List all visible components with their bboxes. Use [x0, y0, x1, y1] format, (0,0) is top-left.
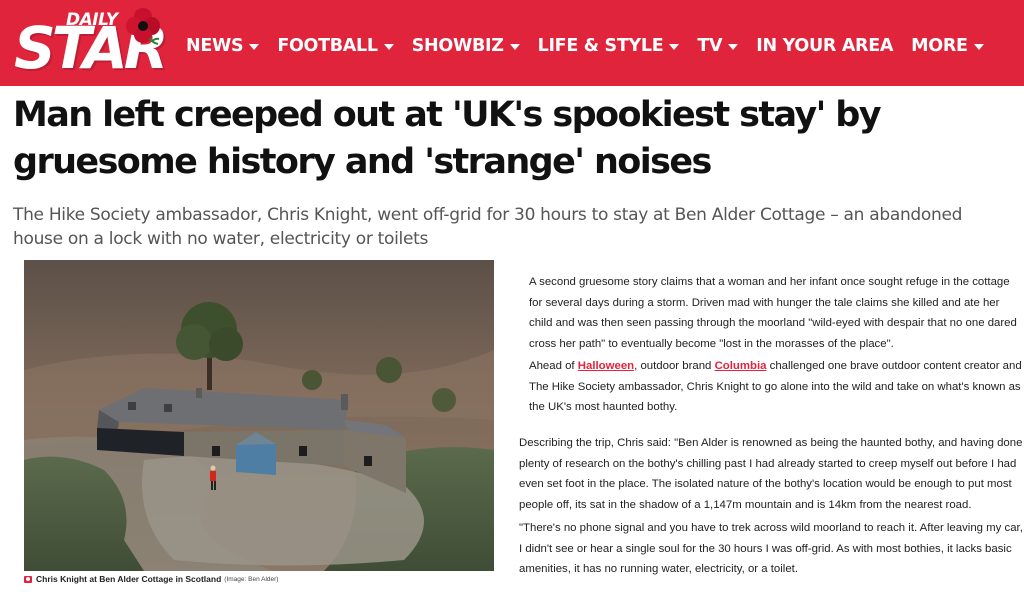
nav-football-label: FOOTBALL [277, 36, 378, 56]
columbia-link[interactable]: Columbia [715, 360, 767, 372]
nav-tv-label: TV [697, 36, 723, 56]
article-headline: Man left creeped out at 'UK's spookiest … [13, 95, 882, 182]
nav-showbiz[interactable]: SHOWBIZ [412, 36, 520, 56]
daily-star-logo[interactable]: DAILY STAR [12, 6, 168, 82]
caption-credit: (Image: Ben Alder) [224, 575, 279, 583]
nav-tv[interactable]: TV [697, 36, 739, 56]
paragraph-2-text-b: , outdoor brand [634, 360, 715, 372]
chevron-down-icon [509, 44, 520, 50]
nav-in-your-area-label: IN YOUR AREA [756, 36, 894, 56]
chevron-down-icon [973, 44, 984, 50]
caption-text: Chris Knight at Ben Alder Cottage in Sco… [36, 574, 222, 584]
camera-icon [24, 575, 32, 583]
paragraph-3: Describing the trip, Chris said: "Ben Al… [519, 437, 1023, 511]
nav-showbiz-label: SHOWBIZ [411, 36, 504, 56]
nav-in-your-area[interactable]: IN YOUR AREA [756, 36, 893, 56]
nav-more[interactable]: MORE [911, 36, 984, 56]
cottage-aerial-photo [24, 260, 494, 571]
paragraph-4: "There's no phone signal and you have to… [519, 522, 1023, 575]
nav-life-style[interactable]: LIFE & STYLE [538, 36, 680, 56]
article-image[interactable] [24, 260, 494, 571]
poppy-icon [126, 8, 160, 45]
chevron-down-icon [728, 44, 739, 50]
nav-football[interactable]: FOOTBALL [277, 36, 394, 56]
paragraph-2-text-a: Ahead of [529, 360, 578, 372]
paragraph-2: Ahead of Halloween, outdoor brand Columb… [529, 356, 1023, 418]
nav-news[interactable]: NEWS [186, 36, 260, 56]
nav-news-label: NEWS [186, 36, 244, 56]
main-nav: NEWS FOOTBALL SHOWBIZ LIFE & STYLE TV IN… [186, 36, 1002, 56]
chevron-down-icon [249, 44, 260, 50]
nav-life-style-label: LIFE & STYLE [537, 36, 664, 56]
article-standfirst: The Hike Society ambassador, Chris Knigh… [13, 205, 963, 249]
chevron-down-icon [383, 44, 394, 50]
nav-more-label: MORE [911, 36, 968, 56]
halloween-link[interactable]: Halloween [578, 360, 634, 372]
paragraph-1: A second gruesome story claims that a wo… [529, 276, 1017, 350]
chevron-down-icon [669, 44, 680, 50]
image-caption: Chris Knight at Ben Alder Cottage in Sco… [24, 574, 278, 584]
site-header: DAILY STAR NEWS FOOTBALL SHOWBIZ LIFE & … [0, 0, 1024, 86]
